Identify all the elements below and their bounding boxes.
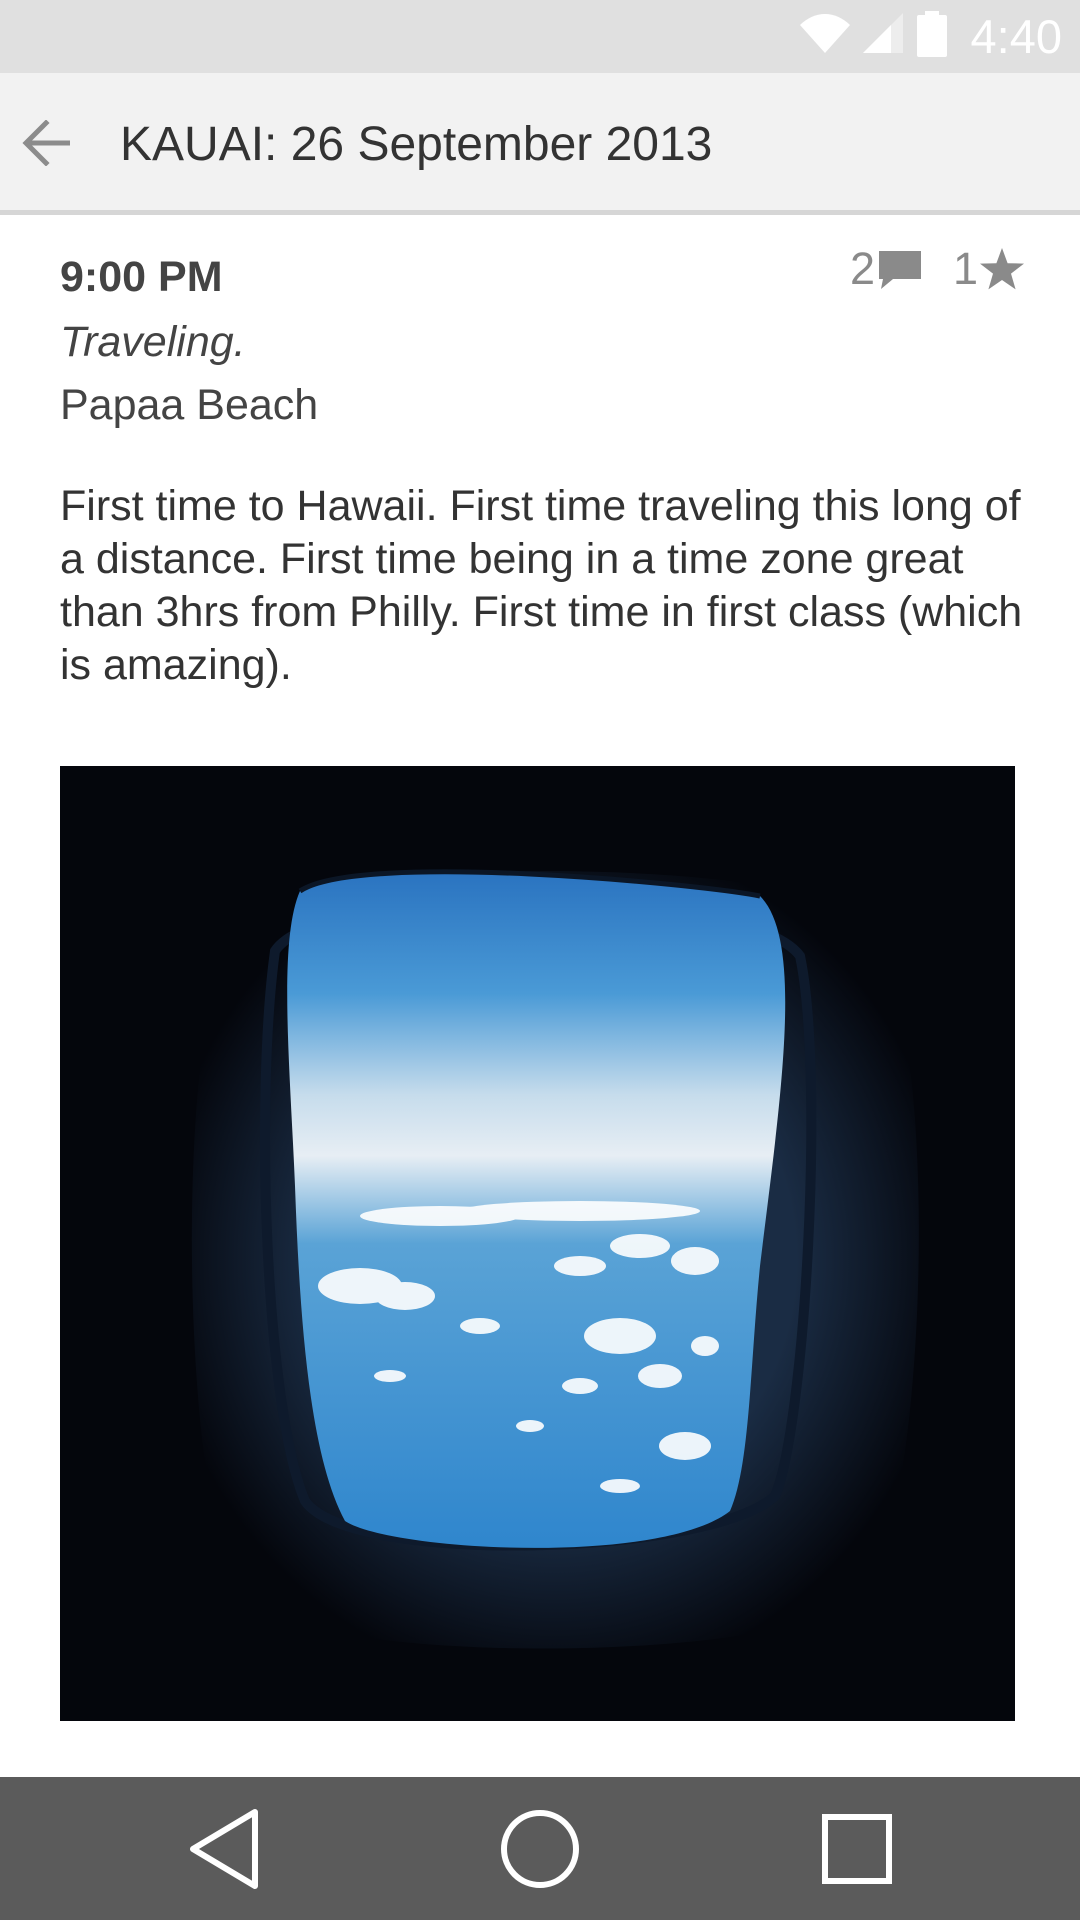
star-count: 1 [952, 243, 978, 294]
back-nav-icon[interactable] [135, 1777, 315, 1920]
entry-time: 9:00 PM [60, 253, 223, 301]
back-arrow-icon[interactable] [22, 119, 72, 167]
cell-signal-icon [861, 13, 905, 60]
comment-count: 2 [849, 243, 875, 294]
entry-photo[interactable] [60, 766, 1015, 1721]
comment-icon [875, 247, 925, 291]
star-icon [978, 246, 1026, 292]
entry-location[interactable]: Papaa Beach [60, 381, 318, 430]
battery-icon [915, 11, 949, 62]
home-nav-icon[interactable] [450, 1777, 630, 1920]
toolbar-title: KAUAI: 26 September 2013 [120, 118, 713, 171]
status-time: 4:40 [970, 10, 1062, 63]
entry-mood: Traveling. [60, 318, 246, 366]
status-icons: 4:40 [799, 0, 1062, 73]
navigation-bar [0, 1777, 1080, 1920]
comments-counter[interactable]: 2 [850, 243, 925, 295]
entry-counters: 2 1 [850, 243, 1026, 295]
recents-nav-icon[interactable] [767, 1777, 947, 1920]
toolbar: KAUAI: 26 September 2013 [0, 73, 1080, 215]
status-bar: 4:40 [0, 0, 1080, 73]
stars-counter[interactable]: 1 [953, 243, 1026, 295]
wifi-icon [799, 13, 851, 60]
entry-body: First time to Hawaii. First time traveli… [60, 482, 1023, 689]
screen: 4:40 KAUAI: 26 September 2013 9:00 PM Tr… [0, 0, 1080, 1920]
